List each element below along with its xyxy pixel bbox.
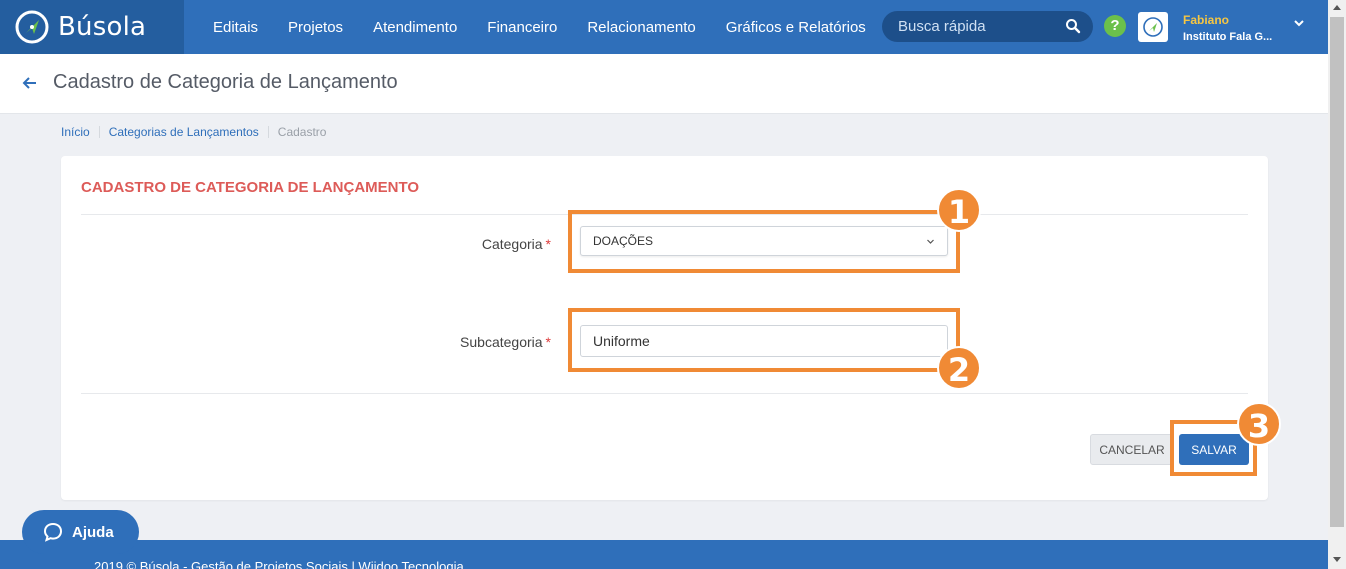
annotation-number-3: 3 xyxy=(1237,402,1281,446)
chat-bubble-icon xyxy=(43,522,63,542)
help-icon[interactable]: ? xyxy=(1104,15,1126,37)
categoria-label: Categoria * xyxy=(441,236,551,252)
nav-item-editais[interactable]: Editais xyxy=(198,19,273,36)
required-mark: * xyxy=(545,334,551,350)
page-header: Cadastro de Categoria de Lançamento xyxy=(0,54,1328,114)
subcategoria-label: Subcategoria * xyxy=(431,334,551,350)
nav-item-atendimento[interactable]: Atendimento xyxy=(358,19,472,36)
footer-text: 2019 © Búsola - Gestão de Projetos Socia… xyxy=(94,559,464,569)
subcategoria-label-text: Subcategoria xyxy=(460,334,543,350)
main-nav: Editais Projetos Atendimento Financeiro … xyxy=(198,19,881,36)
breadcrumb-categorias[interactable]: Categorias de Lançamentos xyxy=(109,125,259,139)
divider xyxy=(81,393,1248,394)
scroll-down-arrow-icon[interactable] xyxy=(1328,551,1346,567)
help-chat-button[interactable]: Ajuda xyxy=(22,510,139,554)
required-mark: * xyxy=(545,236,551,252)
user-avatar-icon xyxy=(1143,17,1163,37)
brand-name: Búsola xyxy=(58,12,147,42)
user-name[interactable]: Fabiano xyxy=(1183,13,1229,27)
nav-item-financeiro[interactable]: Financeiro xyxy=(472,19,572,36)
breadcrumb-separator xyxy=(98,126,100,138)
nav-item-relacionamento[interactable]: Relacionamento xyxy=(572,19,710,36)
back-arrow-icon[interactable] xyxy=(21,74,39,92)
user-org[interactable]: Instituto Fala G... xyxy=(1183,31,1272,43)
quick-search xyxy=(882,11,1093,42)
top-navbar: Búsola Editais Projetos Atendimento Fina… xyxy=(0,0,1328,54)
chevron-down-icon[interactable] xyxy=(1292,16,1306,30)
help-label: Ajuda xyxy=(72,523,114,541)
breadcrumb: Início Categorias de Lançamentos Cadastr… xyxy=(61,125,326,139)
page-title: Cadastro de Categoria de Lançamento xyxy=(53,71,398,93)
user-avatar[interactable] xyxy=(1138,12,1168,42)
nav-item-graficos-relatorios[interactable]: Gráficos e Relatórios xyxy=(711,19,881,36)
footer: 2019 © Búsola - Gestão de Projetos Socia… xyxy=(0,540,1328,569)
nav-item-projetos[interactable]: Projetos xyxy=(273,19,358,36)
scrollbar[interactable] xyxy=(1328,0,1346,569)
annotation-box-2 xyxy=(568,308,960,372)
annotation-box-1 xyxy=(568,210,960,273)
compass-logo-icon xyxy=(15,10,49,44)
breadcrumb-separator xyxy=(267,126,269,138)
annotation-number-2: 2 xyxy=(937,346,981,390)
scroll-up-arrow-icon[interactable] xyxy=(1328,0,1346,16)
brand[interactable]: Búsola xyxy=(0,0,184,54)
breadcrumb-inicio[interactable]: Início xyxy=(61,125,90,139)
form-heading: CADASTRO DE CATEGORIA DE LANÇAMENTO xyxy=(81,179,420,196)
search-icon[interactable] xyxy=(1065,18,1081,34)
categoria-label-text: Categoria xyxy=(481,236,543,252)
search-input[interactable] xyxy=(898,18,1058,35)
cancel-button[interactable]: CANCELAR xyxy=(1090,434,1174,465)
scroll-thumb[interactable] xyxy=(1330,17,1344,527)
annotation-number-1: 1 xyxy=(937,188,981,232)
breadcrumb-cadastro: Cadastro xyxy=(277,125,327,139)
